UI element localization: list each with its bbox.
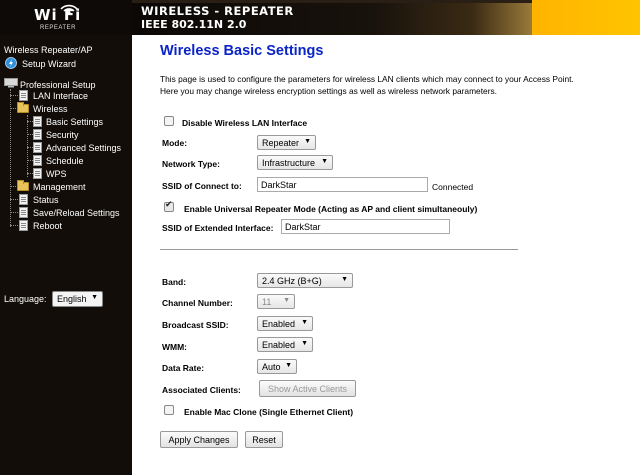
apply-changes-button[interactable]: Apply Changes	[160, 431, 238, 448]
broadcast-ssid-label: Broadcast SSID:	[162, 320, 229, 330]
associated-clients-label: Associated Clients:	[162, 385, 241, 395]
tree-branch	[10, 186, 16, 187]
data-rate-label: Data Rate:	[162, 363, 205, 373]
ssid-connect-label: SSID of Connect to:	[162, 181, 242, 191]
chevron-down-icon: ▼	[285, 362, 292, 369]
chevron-down-icon: ▼	[341, 276, 348, 283]
description-line-1: This page is used to configure the param…	[160, 74, 574, 84]
wmm-value: Enabled	[262, 340, 296, 350]
broadcast-ssid-select[interactable]: Enabled ▼	[257, 316, 313, 331]
tree-branch	[10, 95, 18, 96]
channel-number-value: 11	[262, 297, 272, 307]
sidebar-item-professional-setup[interactable]: Professional Setup	[20, 80, 96, 90]
page-icon	[19, 220, 28, 231]
data-rate-value: Auto	[262, 362, 281, 372]
tree-branch	[10, 225, 18, 226]
page-icon	[33, 155, 42, 166]
mode-select[interactable]: Repeater ▼	[257, 135, 316, 150]
band-label: Band:	[162, 277, 187, 287]
ssid-extended-input[interactable]: DarkStar	[281, 219, 450, 234]
section-divider	[160, 249, 518, 250]
language-label: Language:	[4, 294, 47, 304]
chevron-down-icon: ▼	[321, 158, 328, 165]
mode-value: Repeater	[262, 138, 300, 148]
page-title: Wireless Basic Settings	[160, 43, 324, 59]
sidebar-item-wireless[interactable]: Wireless	[33, 104, 68, 114]
sidebar-item-reboot[interactable]: Reboot	[33, 221, 62, 231]
sidebar-root-label: Wireless Repeater/AP	[4, 45, 93, 55]
network-type-select[interactable]: Infrastructure ▼	[257, 155, 333, 170]
banner-stripe	[132, 0, 532, 3]
logo-text: Wi Fi	[34, 6, 82, 24]
chevron-down-icon: ▼	[304, 138, 311, 145]
sidebar-item-security[interactable]: Security	[46, 130, 79, 140]
banner-title: WIRELESS - REPEATER	[141, 4, 294, 18]
band-select[interactable]: 2.4 GHz (B+G) ▼	[257, 273, 353, 288]
sidebar-item-basic-settings[interactable]: Basic Settings	[46, 117, 103, 127]
logo: Wi Fi REPEATER	[0, 0, 132, 35]
reset-button[interactable]: Reset	[245, 431, 283, 448]
language-select[interactable]: English ▼	[52, 291, 103, 307]
page-icon	[33, 116, 42, 127]
wmm-label: WMM:	[162, 342, 188, 352]
description-line-2: Here you may change wireless encryption …	[160, 86, 498, 96]
page-description: This page is used to configure the param…	[160, 73, 630, 97]
computer-icon	[4, 78, 18, 88]
logo-subtitle: REPEATER	[40, 25, 76, 31]
language-value: English	[57, 294, 87, 304]
wmm-select[interactable]: Enabled ▼	[257, 337, 313, 352]
chevron-down-icon: ▼	[91, 294, 98, 301]
tree-line	[10, 89, 11, 227]
disable-wlan-label: Disable Wireless LAN Interface	[182, 118, 308, 128]
sidebar-item-management[interactable]: Management	[33, 182, 86, 192]
network-type-label: Network Type:	[162, 159, 220, 169]
chevron-down-icon: ▼	[301, 319, 308, 326]
page-icon	[33, 168, 42, 179]
chevron-down-icon: ▼	[301, 340, 308, 347]
page-icon	[19, 194, 28, 205]
band-value: 2.4 GHz (B+G)	[262, 276, 322, 286]
network-type-value: Infrastructure	[262, 158, 316, 168]
tree-branch	[10, 108, 16, 109]
channel-number-select[interactable]: 11 ▼	[257, 294, 295, 309]
universal-repeater-checkbox[interactable]	[164, 200, 174, 212]
mac-clone-checkbox[interactable]	[164, 405, 174, 415]
tree-branch	[10, 212, 18, 213]
sidebar: Wireless Repeater/AP Setup Wizard Profes…	[0, 35, 132, 475]
folder-icon	[17, 180, 29, 191]
sidebar-item-advanced-settings[interactable]: Advanced Settings	[46, 143, 121, 153]
folder-open-icon	[17, 102, 29, 113]
sidebar-item-save-reload[interactable]: Save/Reload Settings	[33, 208, 120, 218]
ssid-extended-label: SSID of Extended Interface:	[162, 223, 274, 233]
banner-subtitle: IEEE 802.11N 2.0	[141, 18, 247, 31]
mode-label: Mode:	[162, 138, 188, 148]
sidebar-item-status[interactable]: Status	[33, 195, 59, 205]
main-content: Wireless Basic Settings This page is use…	[132, 35, 640, 475]
connection-status: Connected	[432, 182, 474, 192]
chevron-down-icon: ▼	[283, 297, 290, 304]
tree-line	[27, 115, 28, 177]
sidebar-item-setup-wizard[interactable]: Setup Wizard	[22, 59, 76, 69]
show-active-clients-button[interactable]: Show Active Clients	[259, 380, 356, 397]
page-icon	[19, 207, 28, 218]
universal-repeater-label: Enable Universal Repeater Mode (Acting a…	[184, 204, 478, 214]
ssid-connect-input[interactable]: DarkStar	[257, 177, 428, 192]
page-icon	[33, 129, 42, 140]
broadcast-ssid-value: Enabled	[262, 319, 296, 329]
banner-accent	[532, 0, 640, 35]
sidebar-item-schedule[interactable]: Schedule	[46, 156, 84, 166]
page-icon	[19, 90, 28, 101]
sidebar-item-lan-interface[interactable]: LAN Interface	[33, 91, 88, 101]
tree-branch	[10, 199, 18, 200]
wizard-icon	[5, 57, 17, 69]
mac-clone-label: Enable Mac Clone (Single Ethernet Client…	[184, 407, 354, 417]
sidebar-item-wps[interactable]: WPS	[46, 169, 67, 179]
channel-number-label: Channel Number:	[162, 298, 233, 308]
disable-wlan-checkbox[interactable]	[164, 116, 174, 126]
page-icon	[33, 142, 42, 153]
data-rate-select[interactable]: Auto ▼	[257, 359, 297, 374]
